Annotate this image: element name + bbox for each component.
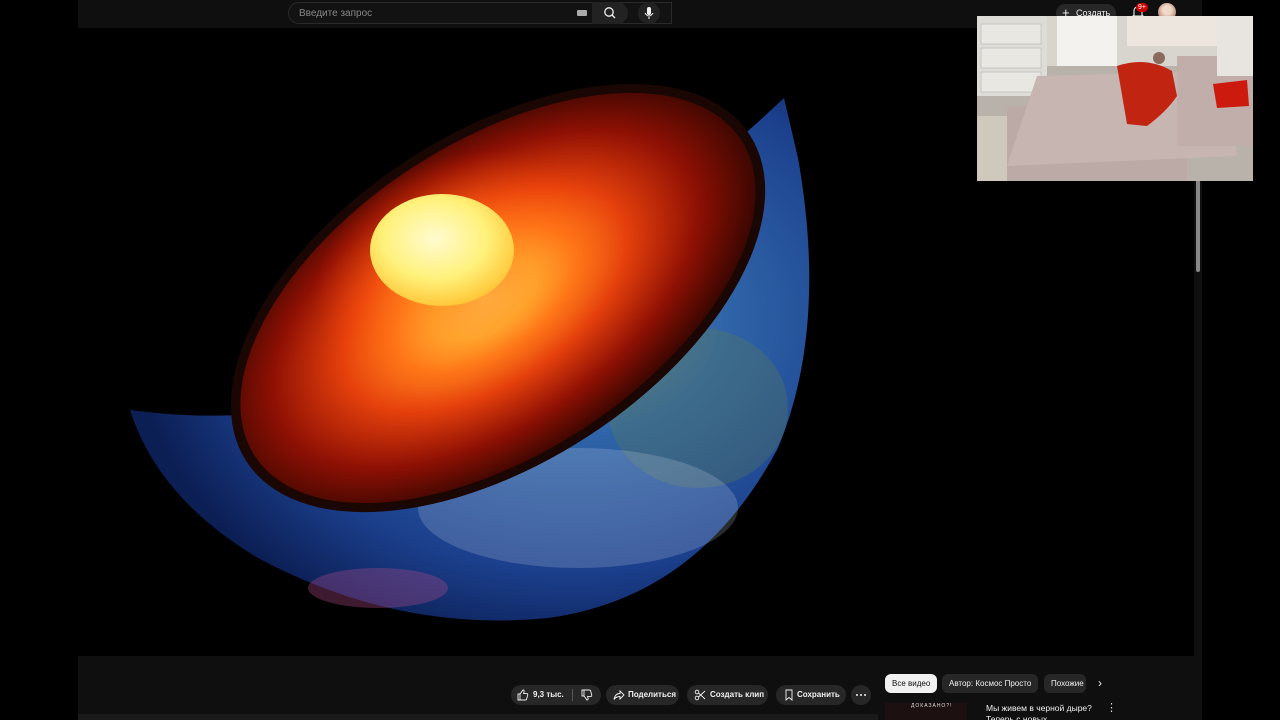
create-clip-label: Создать клип bbox=[710, 690, 765, 699]
recommendation-thumbnail[interactable]: ДОКАЗАНО?! bbox=[885, 703, 967, 720]
recommendation-more-icon[interactable]: ⋮ bbox=[1106, 703, 1117, 714]
webcam-scene-image bbox=[977, 16, 1253, 181]
mic-icon bbox=[644, 7, 654, 19]
left-black-margin bbox=[0, 0, 78, 720]
like-button[interactable]: 9,3 тыс. bbox=[511, 685, 571, 705]
like-count: 9,3 тыс. bbox=[533, 690, 564, 699]
search-input[interactable] bbox=[299, 3, 569, 23]
chevron-right-icon[interactable]: › bbox=[1092, 674, 1108, 693]
search-icon bbox=[604, 7, 616, 19]
more-actions-button[interactable] bbox=[851, 685, 871, 705]
chip-related[interactable]: Похожие bbox=[1044, 674, 1086, 693]
recommendation-thumbnail-text: ДОКАЗАНО?! bbox=[911, 703, 953, 709]
share-icon bbox=[613, 689, 625, 701]
recommendation-title[interactable]: Мы живем в черной дыре? Теперь с новых..… bbox=[986, 703, 1096, 720]
share-label: Поделиться bbox=[628, 690, 677, 699]
voice-search-button[interactable] bbox=[638, 2, 660, 24]
chip-all-videos[interactable]: Все видео bbox=[885, 674, 938, 693]
webcam-overlay bbox=[977, 16, 1253, 181]
chip-author[interactable]: Автор: Космос Просто bbox=[942, 674, 1039, 693]
thumbs-up-icon bbox=[517, 689, 529, 701]
like-dislike-group: 9,3 тыс. bbox=[511, 685, 601, 705]
search-button[interactable] bbox=[592, 2, 628, 24]
notification-badge: 9+ bbox=[1136, 3, 1148, 12]
save-button[interactable]: Сохранить bbox=[776, 685, 846, 705]
dislike-button[interactable] bbox=[573, 685, 601, 705]
bookmark-icon bbox=[785, 689, 793, 701]
comments-divider bbox=[78, 714, 878, 720]
scissors-icon bbox=[694, 689, 706, 701]
create-clip-button[interactable]: Создать клип bbox=[687, 685, 768, 705]
share-button[interactable]: Поделиться bbox=[606, 685, 679, 705]
keyboard-icon[interactable] bbox=[577, 10, 587, 16]
thumbs-down-icon bbox=[581, 689, 593, 701]
scrollbar-thumb[interactable] bbox=[1196, 180, 1200, 272]
save-label: Сохранить bbox=[797, 690, 840, 699]
more-horizontal-icon bbox=[856, 694, 866, 696]
